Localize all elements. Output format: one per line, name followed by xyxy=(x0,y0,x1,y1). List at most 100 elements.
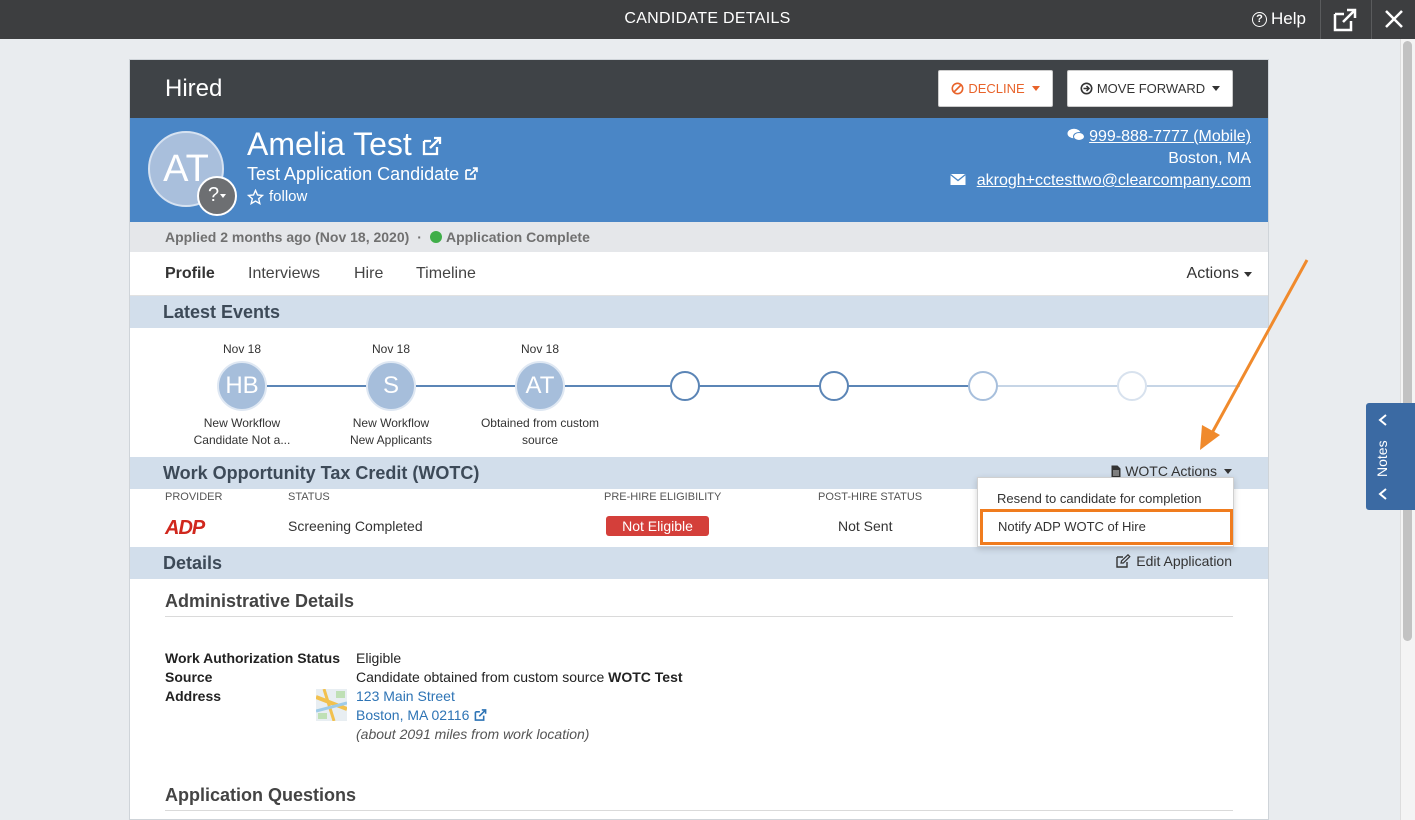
notes-label: Notes xyxy=(1374,440,1390,477)
work-auth-value: Eligible xyxy=(356,650,402,666)
follow-button[interactable]: follow xyxy=(247,188,307,205)
address-line2[interactable]: Boston, MA 02116 xyxy=(356,706,683,725)
close-icon xyxy=(1385,10,1403,28)
adp-logo: ADP xyxy=(165,517,205,539)
follow-label: follow xyxy=(269,188,308,205)
move-forward-button[interactable]: MOVE FORWARD xyxy=(1067,70,1233,107)
close-button[interactable] xyxy=(1382,7,1406,31)
event-caption: Obtained from custom source xyxy=(470,415,610,449)
help-label: Help xyxy=(1271,9,1306,28)
column-header: PRE-HIRE ELIGIBILITY xyxy=(604,491,722,503)
chevron-left-icon xyxy=(1378,488,1387,500)
details-header: Details Edit Application xyxy=(130,547,1268,579)
phone-link[interactable]: 999-888-7777 (Mobile) xyxy=(1089,128,1251,145)
event-caption-line: New Workflow xyxy=(352,416,430,430)
stage-name: Hired xyxy=(165,75,223,102)
chevron-left-icon xyxy=(1378,414,1387,426)
event-date: Nov 18 xyxy=(520,342,560,356)
contact-info: 999-888-7777 (Mobile) Boston, MA akrogh+… xyxy=(950,126,1251,192)
column-header: STATUS xyxy=(288,491,330,503)
application-status: Application Complete xyxy=(445,229,590,245)
caret-down-icon xyxy=(1031,86,1040,91)
event-caption: New Workflow Candidate Not a... xyxy=(172,415,312,449)
tab-hire[interactable]: Hire xyxy=(354,265,383,283)
source-value: Candidate obtained from custom source WO… xyxy=(356,668,683,687)
applied-bar: Applied 2 months ago (Nov 18, 2020) · Ap… xyxy=(130,222,1268,252)
event-placeholder xyxy=(968,371,998,401)
map-icon[interactable] xyxy=(316,689,347,721)
admin-details-values: Eligible Candidate obtained from custom … xyxy=(356,649,683,744)
event-caption-line: Candidate Not a... xyxy=(193,433,291,447)
phone-row: 999-888-7777 (Mobile) xyxy=(950,126,1251,148)
status-dot-icon xyxy=(429,231,442,243)
external-link-icon xyxy=(465,167,478,180)
caret-down-icon xyxy=(220,193,227,198)
divider xyxy=(165,810,1233,811)
candidate-job[interactable]: Test Application Candidate xyxy=(247,164,479,185)
edit-application-button[interactable]: Edit Application xyxy=(1116,553,1232,569)
scrollbar-thumb[interactable] xyxy=(1403,41,1412,641)
email-link[interactable]: akrogh+cctesttwo@clearcompany.com xyxy=(977,172,1251,189)
pre-hire-eligibility-badge: Not Eligible xyxy=(606,516,709,536)
source-name: WOTC Test xyxy=(608,669,683,685)
external-link-icon xyxy=(1333,8,1357,32)
ban-icon xyxy=(951,82,964,95)
annotation-arrow xyxy=(1200,259,1309,450)
event-placeholder xyxy=(1117,371,1147,401)
candidate-panel: Hired DECLINE MOVE FORWARD AT ? Amelia T… xyxy=(129,59,1269,820)
popout-button[interactable] xyxy=(1330,6,1360,34)
question-icon: ? xyxy=(1252,11,1267,27)
divider xyxy=(1320,0,1321,39)
admin-details-list: Work Authorization Status Source Address xyxy=(165,649,340,706)
tab-profile[interactable]: Profile xyxy=(165,265,215,283)
email-row: akrogh+cctesttwo@clearcompany.com xyxy=(950,170,1251,192)
badge-label: ? xyxy=(207,184,220,206)
address-line1[interactable]: 123 Main Street xyxy=(356,687,683,706)
address-city: Boston, MA 02116 xyxy=(356,707,470,723)
separator: · xyxy=(417,229,422,245)
help-button[interactable]: ? Help xyxy=(1252,9,1306,29)
section-title: Details xyxy=(163,553,223,573)
event-placeholder xyxy=(670,371,700,401)
latest-events-header: Latest Events xyxy=(130,296,1268,328)
tab-bar: Profile Interviews Hire Timeline Actions xyxy=(130,252,1268,296)
work-auth-label: Work Authorization Status xyxy=(165,650,340,666)
application-questions-title: Application Questions xyxy=(165,785,357,805)
event-date: Nov 18 xyxy=(222,342,262,356)
post-hire-status: Not Sent xyxy=(838,518,893,534)
menu-item-resend[interactable]: Resend to candidate for completion xyxy=(997,491,1202,506)
candidate-job-text: Test Application Candidate xyxy=(247,164,460,184)
column-header: POST-HIRE STATUS xyxy=(818,491,923,503)
stage-bar: Hired DECLINE MOVE FORWARD xyxy=(130,60,1268,118)
star-icon xyxy=(247,188,264,205)
event-avatar[interactable]: AT xyxy=(515,361,565,411)
section-title: Latest Events xyxy=(163,302,281,322)
applied-text: Applied 2 months ago (Nov 18, 2020) xyxy=(165,229,410,245)
event-caption-line: New Applicants xyxy=(349,433,433,447)
external-link-icon xyxy=(422,136,441,156)
source-text: Candidate obtained from custom source xyxy=(356,669,605,685)
notes-tab[interactable]: Notes xyxy=(1366,403,1415,510)
event-placeholder xyxy=(819,371,849,401)
location: Boston, MA xyxy=(1168,150,1251,167)
envelope-icon xyxy=(950,173,967,185)
candidate-name[interactable]: Amelia Test xyxy=(247,126,443,163)
section-title: Work Opportunity Tax Credit (WOTC) xyxy=(163,463,480,483)
event-avatar[interactable]: S xyxy=(366,361,416,411)
address-label: Address xyxy=(165,688,222,704)
address-distance: (about 2091 miles from work location) xyxy=(356,726,590,742)
event-caption-line: Obtained from custom xyxy=(480,416,600,430)
divider xyxy=(1371,0,1372,39)
tab-timeline[interactable]: Timeline xyxy=(416,265,476,283)
document-icon xyxy=(1111,465,1121,477)
avatar-status-badge[interactable]: ? xyxy=(197,176,237,216)
tab-interviews[interactable]: Interviews xyxy=(248,265,320,283)
decline-button[interactable]: DECLINE xyxy=(938,70,1053,107)
menu-item-notify-adp[interactable]: Notify ADP WOTC of Hire xyxy=(980,509,1233,545)
window-title: CANDIDATE DETAILS xyxy=(624,10,791,27)
event-avatar[interactable]: HB xyxy=(217,361,267,411)
event-caption-line: source xyxy=(521,433,559,447)
decline-label: DECLINE xyxy=(968,81,1025,96)
administrative-details-title: Administrative Details xyxy=(165,591,355,611)
candidate-name-text: Amelia Test xyxy=(247,126,412,162)
